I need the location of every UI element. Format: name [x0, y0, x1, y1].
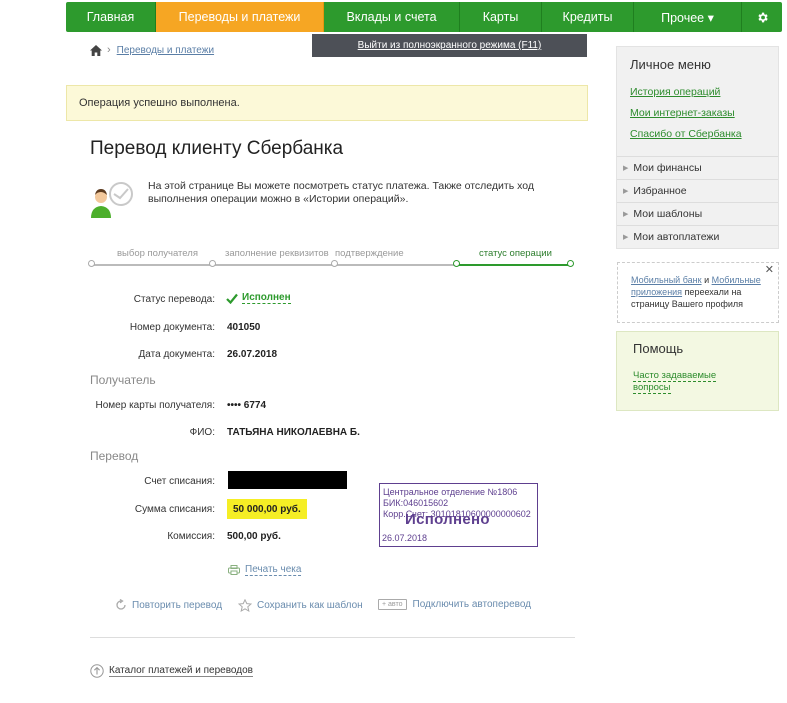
nav-item-deposits[interactable]: Вклады и счета	[324, 2, 460, 32]
menu-my-autopayments[interactable]: ▶ Мои автоплатежи	[617, 225, 778, 248]
help-block: Помощь Часто задаваемые вопросы	[616, 331, 779, 411]
card-value: •••• 6774	[227, 400, 267, 411]
amount-label: Сумма списания:	[134, 504, 215, 515]
card-label: Номер карты получателя:	[95, 400, 215, 411]
user-transfer-icon	[91, 182, 133, 218]
success-message: Операция успешно выполнена.	[79, 97, 240, 109]
repeat-icon	[116, 599, 126, 610]
auto-tag: + авто	[378, 599, 407, 610]
print-receipt-link[interactable]: Печать чека	[228, 564, 302, 576]
step-label-2: заполнение реквизитов	[225, 248, 329, 259]
settings-button[interactable]	[742, 2, 782, 32]
doc-number-label: Номер документа:	[129, 322, 215, 333]
breadcrumb: › Переводы и платежи	[90, 44, 214, 56]
faq-link-text: Часто задаваемые вопросы	[633, 370, 717, 394]
menu-my-templates-label: Мои шаблоны	[633, 208, 703, 220]
success-banner: Операция успешно выполнена.	[66, 85, 588, 121]
commission-value: 500,00 руб.	[227, 531, 281, 542]
account-label: Счет списания:	[144, 476, 215, 487]
close-icon[interactable]: ✕	[765, 264, 774, 276]
checkmark-icon	[226, 293, 238, 304]
menu-my-finances[interactable]: ▶ Мои финансы	[617, 156, 778, 179]
stamp-line-1: Центральное отделение №1806	[383, 487, 518, 497]
gear-icon	[757, 12, 768, 22]
step-dot-3	[331, 260, 338, 267]
printer-icon	[228, 565, 240, 575]
status-value[interactable]: Исполнен	[226, 292, 291, 304]
stamp-line-2: БИК:046015602	[383, 498, 449, 508]
redacted-account	[228, 471, 347, 489]
menu-my-finances-label: Мои финансы	[633, 162, 702, 174]
breadcrumb-link-transfers[interactable]: Переводы и платежи	[117, 45, 214, 56]
stamp-date: 26.07.2018	[382, 533, 428, 543]
divider	[90, 637, 575, 638]
personal-menu: Личное меню История операций Мои интерне…	[616, 46, 779, 249]
nav-item-credits[interactable]: Кредиты	[542, 2, 634, 32]
arrow-up-circle-icon	[90, 664, 104, 678]
nav-item-transfers[interactable]: Переводы и платежи	[156, 2, 324, 32]
doc-date-label: Дата документа:	[138, 349, 215, 360]
chevron-right-icon: ▶	[623, 165, 629, 172]
autopay-text: Подключить автоперевод	[412, 599, 532, 610]
step-label-1: выбор получателя	[117, 248, 198, 259]
menu-my-autopayments-label: Мои автоплатежи	[633, 231, 720, 243]
menu-my-templates[interactable]: ▶ Мои шаблоны	[617, 202, 778, 225]
step-dot-4	[453, 260, 460, 267]
nav-item-cards[interactable]: Карты	[460, 2, 542, 32]
print-receipt-text: Печать чека	[245, 564, 302, 576]
chevron-right-icon: ▶	[623, 234, 629, 241]
menu-favorites[interactable]: ▶ Избранное	[617, 179, 778, 202]
info-text: На этой странице Вы можете посмотреть ст…	[148, 180, 534, 205]
fio-value: ТАТЬЯНА НИКОЛАЕВНА Б.	[227, 427, 360, 438]
status-text: Исполнен	[242, 292, 291, 304]
step-dot-end	[567, 260, 574, 267]
home-icon[interactable]	[90, 44, 102, 56]
save-template-button[interactable]: Сохранить как шаблон	[238, 599, 363, 612]
fio-label: ФИО:	[189, 427, 215, 438]
nav-item-other[interactable]: Прочее ▾	[634, 2, 742, 32]
star-icon	[238, 599, 252, 612]
link-internet-orders[interactable]: Мои интернет-заказы	[617, 102, 778, 123]
link-spasibo[interactable]: Спасибо от Сбербанка	[617, 123, 778, 144]
help-title: Помощь	[633, 341, 684, 356]
top-navigation: Главная Переводы и платежи Вклады и счет…	[66, 2, 782, 32]
repeat-transfer-button[interactable]: Повторить перевод	[115, 599, 222, 611]
nav-item-home[interactable]: Главная	[66, 2, 156, 32]
doc-date-value: 26.07.2018	[227, 349, 278, 360]
chevron-right-icon: ▶	[623, 188, 629, 195]
bank-stamp: Центральное отделение №1806 БИК:04601560…	[379, 483, 538, 547]
mobile-notice: ✕ Мобильный банк и Мобильные приложения …	[617, 262, 779, 323]
chevron-right-icon: ▶	[623, 211, 629, 218]
doc-number-value: 401050	[227, 322, 261, 333]
status-label: Статус перевода:	[133, 294, 215, 305]
breadcrumb-separator: ›	[107, 44, 111, 56]
step-dot-2	[209, 260, 216, 267]
menu-favorites-label: Избранное	[633, 185, 687, 197]
recipient-section-title: Получатель	[90, 373, 156, 387]
step-label-3: подтверждение	[335, 248, 404, 259]
fullscreen-exit-link[interactable]: Выйти из полноэкранного режима (F11)	[312, 34, 587, 57]
faq-link[interactable]: Часто задаваемые вопросы	[633, 370, 733, 394]
mobile-bank-link[interactable]: Мобильный банк	[631, 275, 702, 285]
transfer-section-title: Перевод	[90, 449, 139, 463]
stamp-status: Исполнено	[405, 511, 490, 528]
repeat-transfer-text: Повторить перевод	[132, 599, 223, 611]
personal-menu-title: Личное меню	[630, 57, 711, 72]
notice-text-and: и	[701, 275, 712, 285]
amount-value: 50 000,00 руб.	[227, 499, 307, 519]
catalog-link-text: Каталог платежей и переводов	[109, 665, 253, 677]
save-template-text: Сохранить как шаблон	[257, 600, 363, 611]
page-title: Перевод клиенту Сбербанка	[90, 138, 344, 159]
autopay-button[interactable]: + авто Подключить автоперевод	[378, 599, 531, 610]
catalog-link[interactable]: Каталог платежей и переводов	[90, 664, 253, 678]
step-label-4: статус операции	[479, 248, 552, 259]
commission-label: Комиссия:	[167, 531, 215, 542]
step-dot-1	[88, 260, 95, 267]
progress-steps: выбор получателя заполнение реквизитов п…	[88, 248, 574, 267]
progress-track-active	[456, 264, 572, 266]
link-operations-history[interactable]: История операций	[617, 81, 778, 102]
